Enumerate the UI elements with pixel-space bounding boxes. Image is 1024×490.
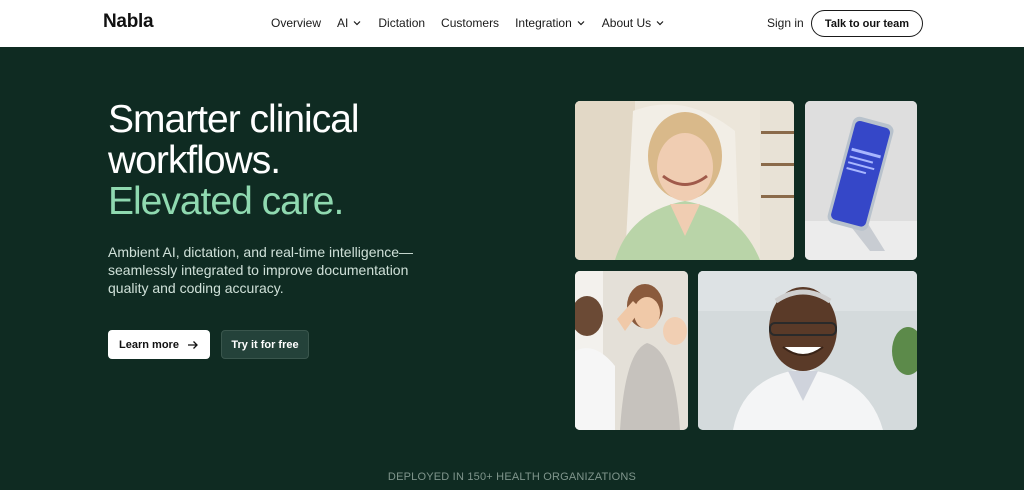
hero-headline: Smarter clinical workflows. Elevated car…	[108, 98, 360, 223]
nav-integration[interactable]: Integration	[515, 16, 586, 30]
nav-dictation-label: Dictation	[378, 16, 426, 30]
arrow-right-icon	[187, 340, 198, 349]
try-free-button[interactable]: Try it for free	[221, 330, 309, 359]
top-nav: Nabla Overview AI Dictation Customers In…	[0, 0, 1024, 47]
headline-line-2: workflows.	[108, 139, 281, 182]
photo-family-high-five	[575, 271, 688, 430]
logo[interactable]: Nabla	[103, 11, 154, 33]
nav-overview-label: Overview	[271, 16, 322, 30]
hero-section: Smarter clinical workflows. Elevated car…	[0, 47, 1024, 490]
photo-phone-on-stand	[805, 101, 917, 260]
sign-in-link[interactable]: Sign in	[767, 16, 804, 30]
talk-to-team-button[interactable]: Talk to our team	[811, 10, 923, 37]
chevron-down-icon	[577, 21, 585, 26]
nav-integration-label: Integration	[515, 16, 572, 30]
photo-smiling-doctor	[698, 271, 917, 430]
main-menu: Overview AI Dictation Customers Integrat…	[271, 16, 681, 30]
nav-about-us-label: About Us	[601, 16, 652, 30]
nav-customers[interactable]: Customers	[441, 16, 499, 30]
headline-line-1: Smarter clinical	[108, 98, 360, 141]
nav-ai[interactable]: AI	[337, 16, 362, 30]
learn-more-label: Learn more	[119, 338, 179, 351]
nav-overview[interactable]: Overview	[271, 16, 321, 30]
chevron-down-icon	[656, 21, 664, 26]
deployed-tagline: DEPLOYED IN 150+ HEALTH ORGANIZATIONS	[387, 471, 637, 483]
nav-dictation[interactable]: Dictation	[378, 16, 425, 30]
nav-ai-label: AI	[337, 16, 349, 30]
nav-about-us[interactable]: About Us	[602, 16, 665, 30]
chevron-down-icon	[353, 21, 361, 26]
headline-accent: Elevated care.	[108, 180, 344, 223]
hero-subtext: Ambient AI, dictation, and real-time int…	[108, 244, 414, 296]
learn-more-button[interactable]: Learn more	[108, 330, 210, 359]
nav-customers-label: Customers	[441, 16, 500, 30]
photo-smiling-woman	[575, 101, 794, 260]
